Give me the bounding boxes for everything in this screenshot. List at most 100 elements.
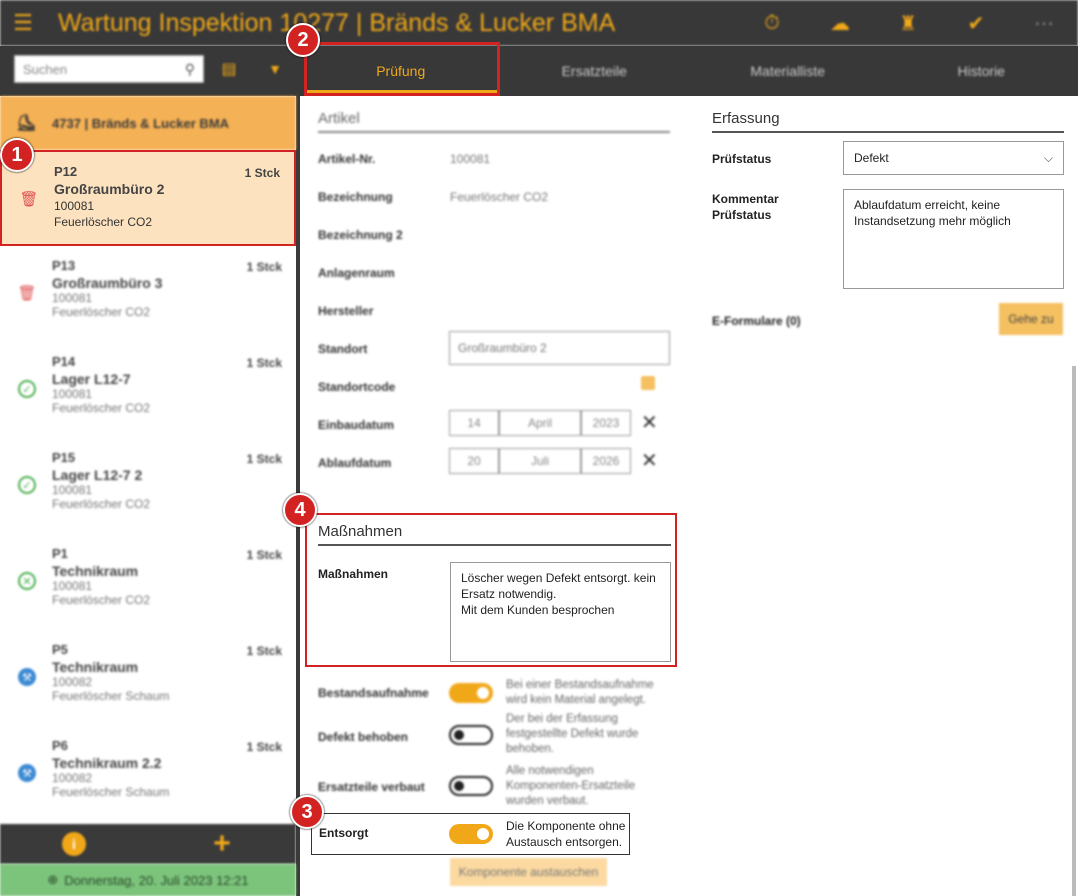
date-status-bar: ⊕ Donnerstag, 20. Juli 2023 12:21 <box>0 864 296 896</box>
label-anlagenraum: Anlagenraum <box>318 266 395 280</box>
item-name: Lager L12-7 2 <box>52 467 143 483</box>
toolbar: Suchen ⚲ ▤ ▼ Prüfung Ersatzteile Materia… <box>0 42 1078 96</box>
bestandsaufnahme-toggle[interactable] <box>449 683 493 703</box>
label-bezeichnung-2: Bezeichnung 2 <box>318 228 403 242</box>
item-name: Technikraum <box>52 563 139 579</box>
bezeichnung-value: Feuerlöscher CO2 <box>450 190 549 204</box>
label-einbaudatum: Einbaudatum <box>318 418 395 432</box>
ablauf-day[interactable]: 20 <box>449 448 499 474</box>
label-ersatzteile-verbaut: Ersatzteile verbaut <box>318 780 425 794</box>
sidebar: ⛸ 4737 | Bränds & Lucker BMA 🗑 P12 Großr… <box>0 96 300 896</box>
building-icon[interactable]: ♜ <box>874 0 942 46</box>
list-item[interactable]: ⚒ P5 Technikraum 100082 Feuerlöscher Sch… <box>0 630 296 726</box>
tools-icon: ⚒ <box>18 764 36 782</box>
search-icon: ⚲ <box>184 60 195 77</box>
item-type: Feuerlöscher Schaum <box>52 785 170 799</box>
list-item[interactable]: ✓ P14 Lager L12-7 100081 Feuerlöscher CO… <box>0 342 296 438</box>
item-qty: 1 Stck <box>244 166 280 180</box>
defekt-behoben-toggle[interactable] <box>449 725 493 745</box>
massnahmen-textarea[interactable]: Löscher wegen Defekt entsorgt. kein Ersa… <box>450 562 671 662</box>
standort-input[interactable]: Großraumbüro 2 <box>449 331 670 365</box>
scrollbar[interactable] <box>1072 366 1076 896</box>
timer-icon[interactable]: ⏱ <box>738 0 806 46</box>
massnahmen-line3: Mit dem Kunden besprochen <box>461 603 615 617</box>
defekt-behoben-desc: Der bei der Erfassung festgestellte Defe… <box>506 713 639 755</box>
tab-ersatzteile[interactable]: Ersatzteile <box>498 46 692 96</box>
pruefstatus-value: Defekt <box>854 151 889 165</box>
trash-icon: 🗑 <box>19 191 39 208</box>
label-standortcode: Standortcode <box>318 380 396 394</box>
label-bezeichnung: Bezeichnung <box>318 190 393 204</box>
komponente-austauschen-button[interactable]: Komponente austauschen <box>450 858 607 886</box>
pruefstatus-select[interactable]: Defekt ⌵ <box>843 141 1064 175</box>
info-button[interactable]: i <box>0 824 148 864</box>
item-name: Lager L12-7 <box>52 371 131 387</box>
check-icon[interactable]: ✔ <box>942 0 1010 46</box>
add-icon[interactable]: + <box>148 824 296 864</box>
more-icon[interactable]: ⋯ <box>1010 0 1078 46</box>
item-number: 100081 <box>52 387 93 401</box>
info-icon: i <box>62 832 86 856</box>
cloud-icon[interactable]: ☁ <box>806 0 874 46</box>
item-number: 100081 <box>52 579 93 593</box>
callout-badge-2: 2 <box>286 23 320 57</box>
item-name: Großraumbüro 2 <box>54 181 165 197</box>
filter-icon[interactable]: ▼ <box>264 58 286 80</box>
item-number: 100081 <box>52 483 93 497</box>
item-type: Feuerlöscher CO2 <box>54 215 153 229</box>
search-placeholder: Suchen <box>23 61 68 77</box>
list-item[interactable]: ✕ P1 Technikraum 100081 Feuerlöscher CO2… <box>0 534 296 630</box>
tab-historie[interactable]: Historie <box>885 46 1078 96</box>
search-input[interactable]: Suchen ⚲ <box>14 55 204 83</box>
list-view-icon[interactable]: ▤ <box>218 58 240 80</box>
item-number: 100082 <box>52 675 93 689</box>
label-kommentar-line2: Prüfstatus <box>712 208 772 222</box>
entsorgt-desc-line1: Die Komponente ohne <box>506 819 626 833</box>
label-kommentar: Kommentar Prüfstatus <box>712 191 779 223</box>
massnahmen-section: Maßnahmen Maßnahmen Löscher wegen Defekt… <box>305 513 677 667</box>
item-type: Feuerlöscher CO2 <box>52 401 151 415</box>
callout-badge-3: 3 <box>290 795 324 829</box>
artikel-nr-value: 100081 <box>450 152 491 166</box>
ersatzteile-verbaut-toggle[interactable] <box>449 776 493 796</box>
clock-icon: ⊕ <box>47 872 59 887</box>
item-type: Feuerlöscher Schaum <box>52 689 170 703</box>
ablauf-year[interactable]: 2026 <box>581 448 631 474</box>
tab-materialliste[interactable]: Materialliste <box>691 46 885 96</box>
list-item[interactable]: 🗑 P12 Großraumbüro 2 100081 Feuerlöscher… <box>0 150 296 246</box>
label-defekt-behoben: Defekt behoben <box>318 730 409 744</box>
item-type: Feuerlöscher CO2 <box>52 305 151 319</box>
list-item[interactable]: ✓ P15 Lager L12-7 2 100081 Feuerlöscher … <box>0 438 296 534</box>
item-qty: 1 Stck <box>246 740 282 754</box>
customer-header[interactable]: ⛸ 4737 | Bränds & Lucker BMA <box>0 96 296 150</box>
callout-badge-1: 1 <box>0 138 34 172</box>
clear-einbau-icon[interactable]: ✕ <box>641 410 658 435</box>
list-item[interactable]: 🗑 P13 Großraumbüro 3 100081 Feuerlöscher… <box>0 246 296 342</box>
einbau-day[interactable]: 14 <box>449 410 499 436</box>
gehe-zu-button[interactable]: Gehe zu <box>999 303 1063 335</box>
label-massnahmen: Maßnahmen <box>318 567 389 581</box>
label-ablaufdatum: Ablaufdatum <box>318 456 392 470</box>
einbau-month[interactable]: April <box>499 410 581 436</box>
label-bestandsaufnahme: Bestandsaufnahme <box>318 686 429 700</box>
highlight-tab-box <box>304 42 500 96</box>
check-circle-icon: ✓ <box>18 380 36 398</box>
hamburger-menu-icon[interactable]: ☰ <box>0 0 46 46</box>
kommentar-textarea[interactable]: Ablaufdatum erreicht, keine Instandsetzu… <box>843 189 1064 289</box>
massnahmen-line1: Löscher wegen Defekt entsorgt. kein <box>461 571 656 585</box>
check-circle-icon: ✓ <box>18 476 36 494</box>
barcode-icon[interactable] <box>641 376 655 390</box>
entsorgt-desc: Die Komponente ohne Austausch entsorgen. <box>506 818 666 850</box>
einbau-year[interactable]: 2023 <box>581 410 631 436</box>
ablauf-month[interactable]: Juli <box>499 448 581 474</box>
clear-ablauf-icon[interactable]: ✕ <box>641 448 658 473</box>
current-date: Donnerstag, 20. Juli 2023 12:21 <box>64 872 249 888</box>
item-number: 100081 <box>54 199 95 213</box>
list-item[interactable]: ⚒ P6 Technikraum 2.2 100082 Feuerlöscher… <box>0 726 296 822</box>
label-kommentar-line1: Kommentar <box>712 192 779 206</box>
item-number: 100081 <box>52 291 93 305</box>
entsorgt-toggle[interactable] <box>449 824 493 844</box>
item-name: Technikraum 2.2 <box>52 755 162 771</box>
entsorgt-row: Entsorgt Die Komponente ohne Austausch e… <box>311 813 630 855</box>
label-artikel-nr: Artikel-Nr. <box>318 152 376 166</box>
